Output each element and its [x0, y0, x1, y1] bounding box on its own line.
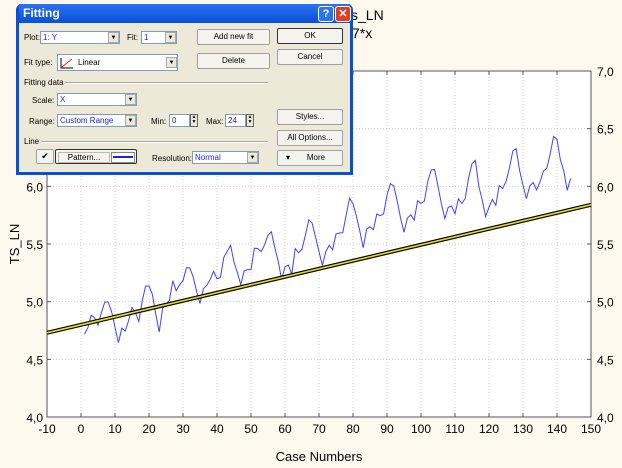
- scale-label: Scale:: [32, 96, 55, 105]
- y-tick-label-left: 5,5: [26, 238, 43, 252]
- delete-button[interactable]: Delete: [197, 53, 270, 69]
- cancel-button[interactable]: Cancel: [277, 49, 343, 65]
- x-tick-label: 30: [176, 422, 190, 436]
- help-icon[interactable]: ?: [318, 6, 334, 22]
- plot-label: Plot:: [24, 33, 41, 42]
- x-axis-label: Case Numbers: [276, 449, 363, 464]
- y-tick-label-left: 5,0: [26, 296, 43, 310]
- line-checkbox[interactable]: ✔: [36, 149, 54, 164]
- add-new-fit-button[interactable]: Add new fit: [197, 29, 270, 45]
- x-tick-label: 20: [142, 422, 156, 436]
- range-value: Custom Range: [60, 116, 114, 125]
- dialog-title: Fitting: [19, 4, 350, 23]
- y-tick-label-right: 7,0: [597, 65, 614, 79]
- x-tick-label: 80: [346, 422, 360, 436]
- pattern-button[interactable]: Pattern...: [55, 149, 137, 164]
- x-tick-label: 40: [210, 422, 224, 436]
- x-tick-label: 110: [445, 422, 464, 436]
- plot-select[interactable]: 1: Y ▼: [40, 31, 120, 44]
- max-input[interactable]: 24: [225, 114, 246, 127]
- resolution-value: Normal: [195, 153, 221, 162]
- y-tick-label-right: 6,0: [597, 180, 614, 194]
- chart-title-fragment: s_LN: [351, 7, 384, 23]
- chart-subtitle-fragment: 7*x: [352, 25, 373, 41]
- y-tick-label-right: 6,5: [597, 123, 614, 137]
- y-tick-label-left: 4,0: [26, 411, 43, 425]
- x-tick-label: 140: [547, 422, 567, 436]
- chevron-down-icon: ▼: [125, 115, 136, 126]
- chevron-down-icon: ▼: [166, 57, 177, 68]
- resolution-select[interactable]: Normal ▼: [192, 151, 259, 164]
- chevron-down-icon: ▼: [165, 32, 176, 43]
- min-spinner[interactable]: ▲ ▼: [190, 114, 198, 127]
- line-label: Line: [24, 137, 40, 146]
- fit-value: 1: [144, 33, 149, 42]
- y-tick-label-right: 4,5: [597, 353, 614, 367]
- divider: [65, 82, 268, 84]
- more-button[interactable]: ▾ More: [277, 150, 343, 166]
- range-select[interactable]: Custom Range ▼: [57, 114, 137, 127]
- min-label: Min:: [151, 117, 167, 126]
- more-arrow-icon: ▾: [286, 153, 291, 162]
- x-tick-label: 90: [380, 422, 394, 436]
- plot-value: 1: Y: [43, 33, 58, 42]
- x-tick-label: 60: [278, 422, 292, 436]
- y-tick-label-right: 5,5: [597, 238, 614, 252]
- y-tick-label-right: 5,0: [597, 296, 614, 310]
- x-tick-label: 70: [312, 422, 326, 436]
- fitting-data-label: Fitting data: [24, 78, 64, 87]
- fit-type-select[interactable]: Linear ▼: [57, 54, 178, 71]
- all-options-button[interactable]: All Options...: [277, 130, 343, 146]
- resolution-label: Resolution:: [152, 154, 193, 163]
- y-axis-label: TS_LN: [7, 224, 22, 264]
- chevron-down-icon: ▼: [247, 152, 258, 163]
- chevron-down-icon: ▼: [125, 94, 136, 105]
- linear-fit-icon: [60, 58, 73, 69]
- close-icon[interactable]: ✕: [335, 6, 351, 22]
- scale-select[interactable]: X ▼: [57, 93, 137, 106]
- ok-button[interactable]: OK: [277, 28, 343, 44]
- x-tick-label: 130: [513, 422, 533, 436]
- more-label: More: [306, 153, 326, 162]
- y-tick-label-left: 4,5: [26, 353, 43, 367]
- fit-label: Fit:: [127, 33, 139, 42]
- pattern-label: Pattern...: [58, 152, 110, 163]
- styles-button[interactable]: Styles...: [277, 109, 343, 125]
- max-spinner[interactable]: ▲ ▼: [246, 114, 254, 127]
- range-label: Range:: [29, 117, 55, 126]
- y-tick-label-left: 6,0: [26, 180, 43, 194]
- fit-select[interactable]: 1 ▼: [141, 31, 177, 44]
- y-tick-label-right: 4,0: [597, 411, 614, 425]
- chevron-down-icon: ▼: [108, 32, 119, 43]
- fit-type-label: Fit type:: [24, 58, 53, 67]
- fitting-dialog: Fitting ? ✕ Plot: 1: Y ▼ Fit: 1 ▼ Add new …: [16, 4, 353, 175]
- x-tick-label: 120: [479, 422, 499, 436]
- max-label: Max:: [206, 117, 224, 126]
- divider: [41, 141, 268, 143]
- x-tick-label: 0: [78, 422, 85, 436]
- fit-type-value: Linear: [78, 58, 101, 67]
- x-tick-label: 100: [411, 422, 431, 436]
- line-pattern-swatch: [111, 152, 135, 163]
- scale-value: X: [60, 95, 66, 104]
- x-tick-label: 50: [244, 422, 258, 436]
- min-input[interactable]: 0: [169, 114, 190, 127]
- x-tick-label: 10: [108, 422, 122, 436]
